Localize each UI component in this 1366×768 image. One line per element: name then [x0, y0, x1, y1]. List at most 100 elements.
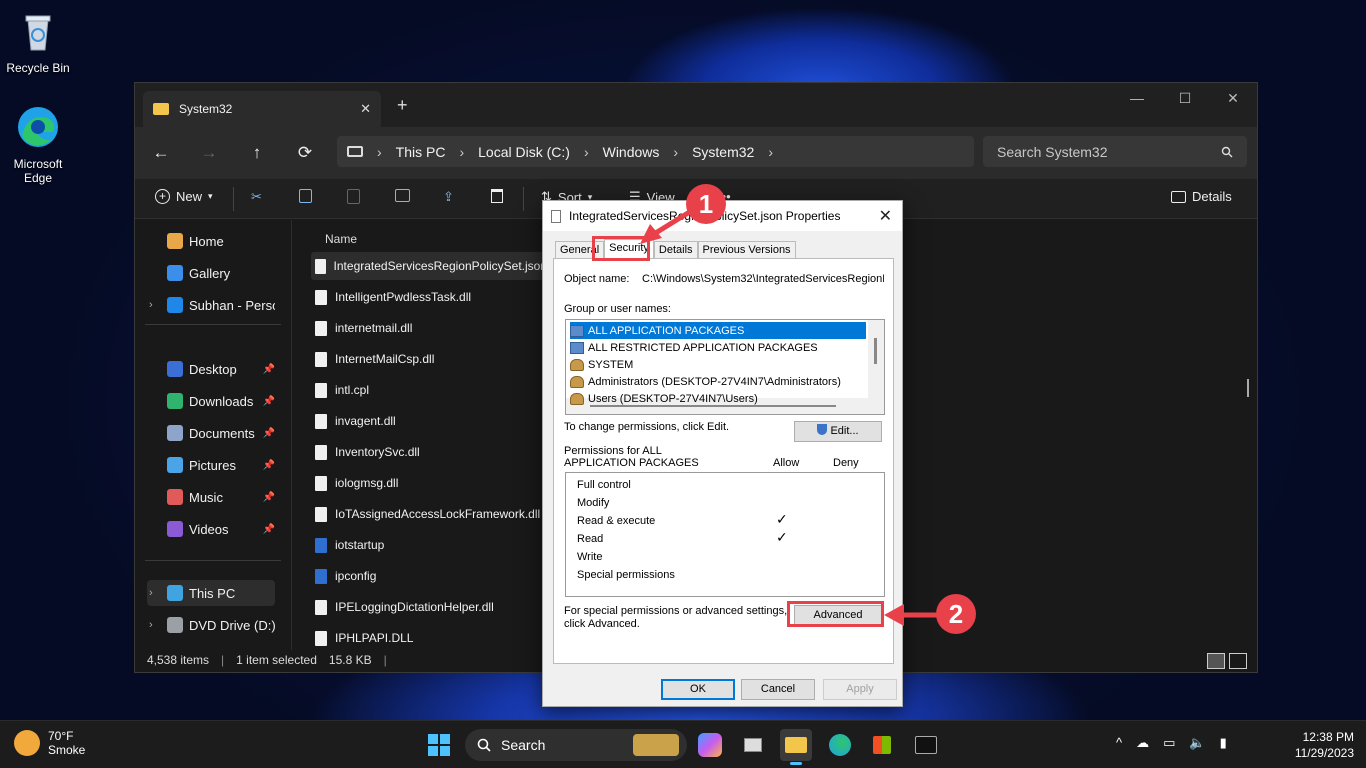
- pin-icon[interactable]: 📌: [263, 428, 275, 439]
- breadcrumb-system32[interactable]: System32: [692, 144, 754, 160]
- pin-icon[interactable]: 📌: [263, 524, 275, 535]
- chevron-right-icon[interactable]: ›: [149, 299, 153, 311]
- file-row[interactable]: invagent.dll: [311, 407, 547, 435]
- chevron-right-icon[interactable]: ›: [149, 587, 153, 599]
- desktop-icon-recycle-bin[interactable]: Recycle Bin: [0, 8, 76, 75]
- clock[interactable]: 12:38 PM 11/29/2023: [1295, 729, 1354, 761]
- user-list-item[interactable]: Users (DESKTOP-27V4IN7\Users): [570, 390, 866, 407]
- user-list-item[interactable]: SYSTEM: [570, 356, 866, 373]
- file-row[interactable]: internetmail.dll: [311, 314, 547, 342]
- volume-icon[interactable]: 🔈: [1189, 735, 1205, 751]
- details-pane-button[interactable]: Details: [1171, 189, 1232, 204]
- cancel-button[interactable]: Cancel: [741, 679, 815, 700]
- sidebar-item-videos[interactable]: Videos 📌: [147, 516, 275, 542]
- desktop-icon-edge[interactable]: Microsoft Edge: [0, 104, 76, 185]
- file-name: invagent.dll: [335, 414, 396, 428]
- battery-icon[interactable]: ▮: [1220, 735, 1227, 751]
- file-row[interactable]: InventorySvc.dll: [311, 438, 547, 466]
- package-icon: [570, 324, 584, 337]
- weather-widget[interactable]: 70°F Smoke: [14, 729, 85, 757]
- file-row[interactable]: IPELoggingDictationHelper.dll: [311, 593, 547, 621]
- tab-previous-versions[interactable]: Previous Versions: [697, 241, 796, 259]
- tiles-view-icon[interactable]: [1229, 653, 1247, 669]
- start-button[interactable]: [423, 729, 455, 761]
- copy-button[interactable]: [299, 189, 312, 203]
- onedrive-icon: [167, 297, 183, 313]
- sidebar-item-this-pc[interactable]: › This PC: [147, 580, 275, 606]
- sidebar-item-dvd-drive-d-c[interactable]: › DVD Drive (D:) C: [147, 612, 275, 638]
- column-header-name[interactable]: Name: [325, 232, 357, 246]
- user-list[interactable]: ALL APPLICATION PACKAGES ALL RESTRICTED A…: [565, 319, 885, 415]
- file-row[interactable]: IntegratedServicesRegionPolicySet.json: [311, 252, 547, 280]
- dialog-close-button[interactable]: ✕: [879, 206, 892, 226]
- tab-system32[interactable]: System32 ✕: [143, 91, 381, 127]
- user-list-vscrollbar[interactable]: [868, 320, 884, 398]
- cut-button[interactable]: ✂: [251, 189, 262, 205]
- file-row[interactable]: IPHLPAPI.DLL: [311, 624, 547, 652]
- file-row[interactable]: iotstartup: [311, 531, 547, 559]
- task-view-icon[interactable]: [738, 729, 770, 761]
- file-row[interactable]: IntelligentPwdlessTask.dll: [311, 283, 547, 311]
- pin-icon[interactable]: 📌: [263, 460, 275, 471]
- user-list-item[interactable]: ALL APPLICATION PACKAGES: [570, 322, 866, 339]
- paste-button[interactable]: [347, 189, 360, 204]
- pin-icon[interactable]: 📌: [263, 492, 275, 503]
- chevron-right-icon[interactable]: ›: [149, 619, 153, 631]
- sidebar-item-home[interactable]: Home: [147, 228, 275, 254]
- monitor-tray-icon[interactable]: ▭: [1163, 735, 1175, 751]
- search-input[interactable]: Search System32: [983, 136, 1247, 167]
- sidebar-item-label: Music: [189, 489, 223, 505]
- sidebar-item-subhan-personal[interactable]: › Subhan - Personal: [147, 292, 275, 318]
- tab-close-icon[interactable]: ✕: [360, 101, 371, 117]
- file-row[interactable]: ipconfig: [311, 562, 547, 590]
- chevron-up-icon[interactable]: ^: [1116, 735, 1122, 751]
- file-icon: [315, 475, 327, 491]
- edit-button[interactable]: Edit...: [794, 421, 882, 442]
- rename-button[interactable]: [395, 189, 410, 202]
- address-bar[interactable]: › This PC › Local Disk (C:) › Windows › …: [337, 136, 974, 167]
- maximize-button[interactable]: ☐: [1161, 83, 1209, 113]
- sidebar-item-downloads[interactable]: Downloads 📌: [147, 388, 275, 414]
- scrollbar-thumb[interactable]: [1247, 379, 1249, 397]
- pin-icon[interactable]: 📌: [263, 364, 275, 375]
- copilot-icon[interactable]: [698, 733, 722, 757]
- pin-icon[interactable]: 📌: [263, 396, 275, 407]
- scrollbar-thumb[interactable]: [874, 338, 877, 364]
- new-button[interactable]: + New ▾: [155, 189, 213, 204]
- ok-button[interactable]: OK: [661, 679, 735, 700]
- apply-button[interactable]: Apply: [823, 679, 897, 700]
- breadcrumb-windows[interactable]: Windows: [603, 144, 660, 160]
- close-window-button[interactable]: ✕: [1209, 83, 1257, 113]
- sidebar-item-pictures[interactable]: Pictures 📌: [147, 452, 275, 478]
- file-row[interactable]: InternetMailCsp.dll: [311, 345, 547, 373]
- file-row[interactable]: IoTAssignedAccessLockFramework.dll: [311, 500, 547, 528]
- onedrive-tray-icon[interactable]: ☁: [1136, 735, 1149, 751]
- delete-button[interactable]: [491, 189, 503, 203]
- details-view-icon[interactable]: [1207, 653, 1225, 669]
- file-row[interactable]: intl.cpl: [311, 376, 547, 404]
- sidebar-item-gallery[interactable]: Gallery: [147, 260, 275, 286]
- terminal-taskbar-icon[interactable]: [910, 729, 942, 761]
- file-icon: [551, 209, 561, 223]
- sidebar-item-music[interactable]: Music 📌: [147, 484, 275, 510]
- file-explorer-taskbar-icon[interactable]: [780, 729, 812, 765]
- desktop-icon-label: Microsoft Edge: [13, 157, 63, 185]
- user-name: SYSTEM: [588, 358, 634, 371]
- sidebar-item-desktop[interactable]: Desktop 📌: [147, 356, 275, 382]
- share-button[interactable]: ⇪: [443, 189, 454, 205]
- breadcrumb-this-pc[interactable]: This PC: [396, 144, 446, 160]
- allow-check-icon: ✓: [776, 511, 788, 527]
- user-list-item[interactable]: ALL RESTRICTED APPLICATION PACKAGES: [570, 339, 866, 356]
- store-taskbar-icon[interactable]: [866, 729, 898, 761]
- file-row[interactable]: iologmsg.dll: [311, 469, 547, 497]
- minimize-button[interactable]: —: [1113, 83, 1161, 113]
- sidebar-item-label: Home: [189, 233, 224, 249]
- sidebar-item-documents[interactable]: Documents 📌: [147, 420, 275, 446]
- user-name: ALL APPLICATION PACKAGES: [588, 324, 745, 337]
- breadcrumb-local-disk[interactable]: Local Disk (C:): [478, 144, 570, 160]
- taskbar-search[interactable]: Search: [465, 729, 687, 761]
- user-list-item[interactable]: Administrators (DESKTOP-27V4IN7\Administ…: [570, 373, 866, 390]
- object-name-label: Object name:: [564, 273, 630, 285]
- edge-taskbar-icon[interactable]: [824, 729, 856, 761]
- new-tab-button[interactable]: +: [397, 95, 408, 116]
